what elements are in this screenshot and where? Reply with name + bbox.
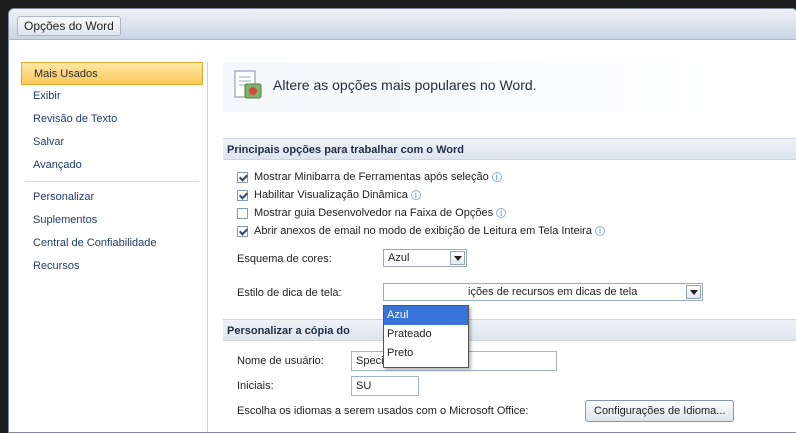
- dialog-body: Mais Usados Exibir Revisão de Texto Salv…: [9, 39, 796, 432]
- sidebar: Mais Usados Exibir Revisão de Texto Salv…: [17, 62, 208, 432]
- color-scheme-select[interactable]: Azul: [383, 249, 467, 267]
- option-label: Habilitar Visualização Dinâmica: [254, 189, 408, 201]
- sidebar-item-exibir[interactable]: Exibir: [21, 85, 203, 108]
- info-icon: i: [410, 190, 421, 200]
- option-full-screen-reading[interactable]: Abrir anexos de email no modo de exibiçã…: [237, 223, 605, 239]
- option-minibar[interactable]: Mostrar Minibarra de Ferramentas após se…: [237, 169, 502, 185]
- page-header: Altere as opções mais populares no Word.: [223, 62, 796, 112]
- sidebar-item-revisao[interactable]: Revisão de Texto: [21, 108, 203, 131]
- sidebar-item-recursos[interactable]: Recursos: [21, 255, 203, 278]
- sidebar-divider: [25, 181, 199, 182]
- options-icon: [234, 70, 262, 99]
- sidebar-item-salvar[interactable]: Salvar: [21, 131, 203, 154]
- dropdown-option-prateado[interactable]: Prateado: [384, 325, 468, 344]
- sidebar-item-mais-usados[interactable]: Mais Usados: [21, 62, 203, 85]
- checkbox[interactable]: [237, 225, 248, 237]
- language-settings-button[interactable]: Configurações de Idioma...: [585, 400, 735, 422]
- section-header-main: Principais opções para trabalhar com o W…: [223, 138, 796, 160]
- info-icon: i: [496, 208, 507, 218]
- option-live-preview[interactable]: Habilitar Visualização Dinâmica i: [237, 187, 421, 203]
- sidebar-item-personalizar[interactable]: Personalizar: [21, 186, 203, 209]
- tooltip-style-label: Estilo de dica de tela:: [237, 287, 342, 299]
- info-icon: i: [594, 226, 605, 236]
- word-options-window: Opções do Word Mais Usados Exibir Revisã…: [8, 8, 796, 433]
- initials-input[interactable]: SU: [351, 376, 419, 396]
- sidebar-item-suplementos[interactable]: Suplementos: [21, 209, 203, 232]
- tooltip-style-select[interactable]: ições de recursos em dicas de tela: [383, 283, 703, 301]
- window-title: Opções do Word: [17, 16, 121, 36]
- selected-value: Azul: [388, 252, 410, 264]
- user-name-label: Nome de usuário:: [237, 355, 324, 367]
- dropdown-option-preto[interactable]: Preto: [384, 344, 468, 363]
- main-panel: Altere as opções mais populares no Word.…: [223, 62, 796, 432]
- color-scheme-dropdown: Azul Prateado Preto: [383, 305, 469, 368]
- title-bar[interactable]: Opções do Word: [9, 9, 796, 39]
- sidebar-item-central-confiabilidade[interactable]: Central de Confiabilidade: [21, 232, 203, 255]
- info-icon: i: [491, 172, 502, 182]
- option-label: Mostrar Minibarra de Ferramentas após se…: [254, 171, 489, 183]
- dropdown-option-azul[interactable]: Azul: [384, 306, 468, 325]
- sidebar-item-avancado[interactable]: Avançado: [21, 154, 203, 177]
- selected-value: ições de recursos em dicas de tela: [468, 286, 638, 298]
- checkbox[interactable]: [237, 207, 248, 219]
- color-scheme-label: Esquema de cores:: [237, 253, 332, 265]
- languages-label: Escolha os idiomas a serem usados com o …: [237, 405, 529, 417]
- initials-label: Iniciais:: [237, 380, 274, 392]
- chevron-down-icon[interactable]: [450, 251, 465, 265]
- option-label: Abrir anexos de email no modo de exibiçã…: [254, 225, 592, 237]
- option-label: Mostrar guia Desenvolvedor na Faixa de O…: [254, 207, 494, 219]
- checkbox[interactable]: [237, 189, 248, 201]
- section-title: Personalizar a cópia do: [227, 325, 350, 337]
- section-header-personalize: Personalizar a cópia do: [223, 319, 796, 341]
- option-developer-tab[interactable]: Mostrar guia Desenvolvedor na Faixa de O…: [237, 205, 507, 221]
- page-title: Altere as opções mais populares no Word.: [273, 77, 537, 93]
- checkbox[interactable]: [237, 171, 248, 183]
- chevron-down-icon[interactable]: [686, 285, 701, 299]
